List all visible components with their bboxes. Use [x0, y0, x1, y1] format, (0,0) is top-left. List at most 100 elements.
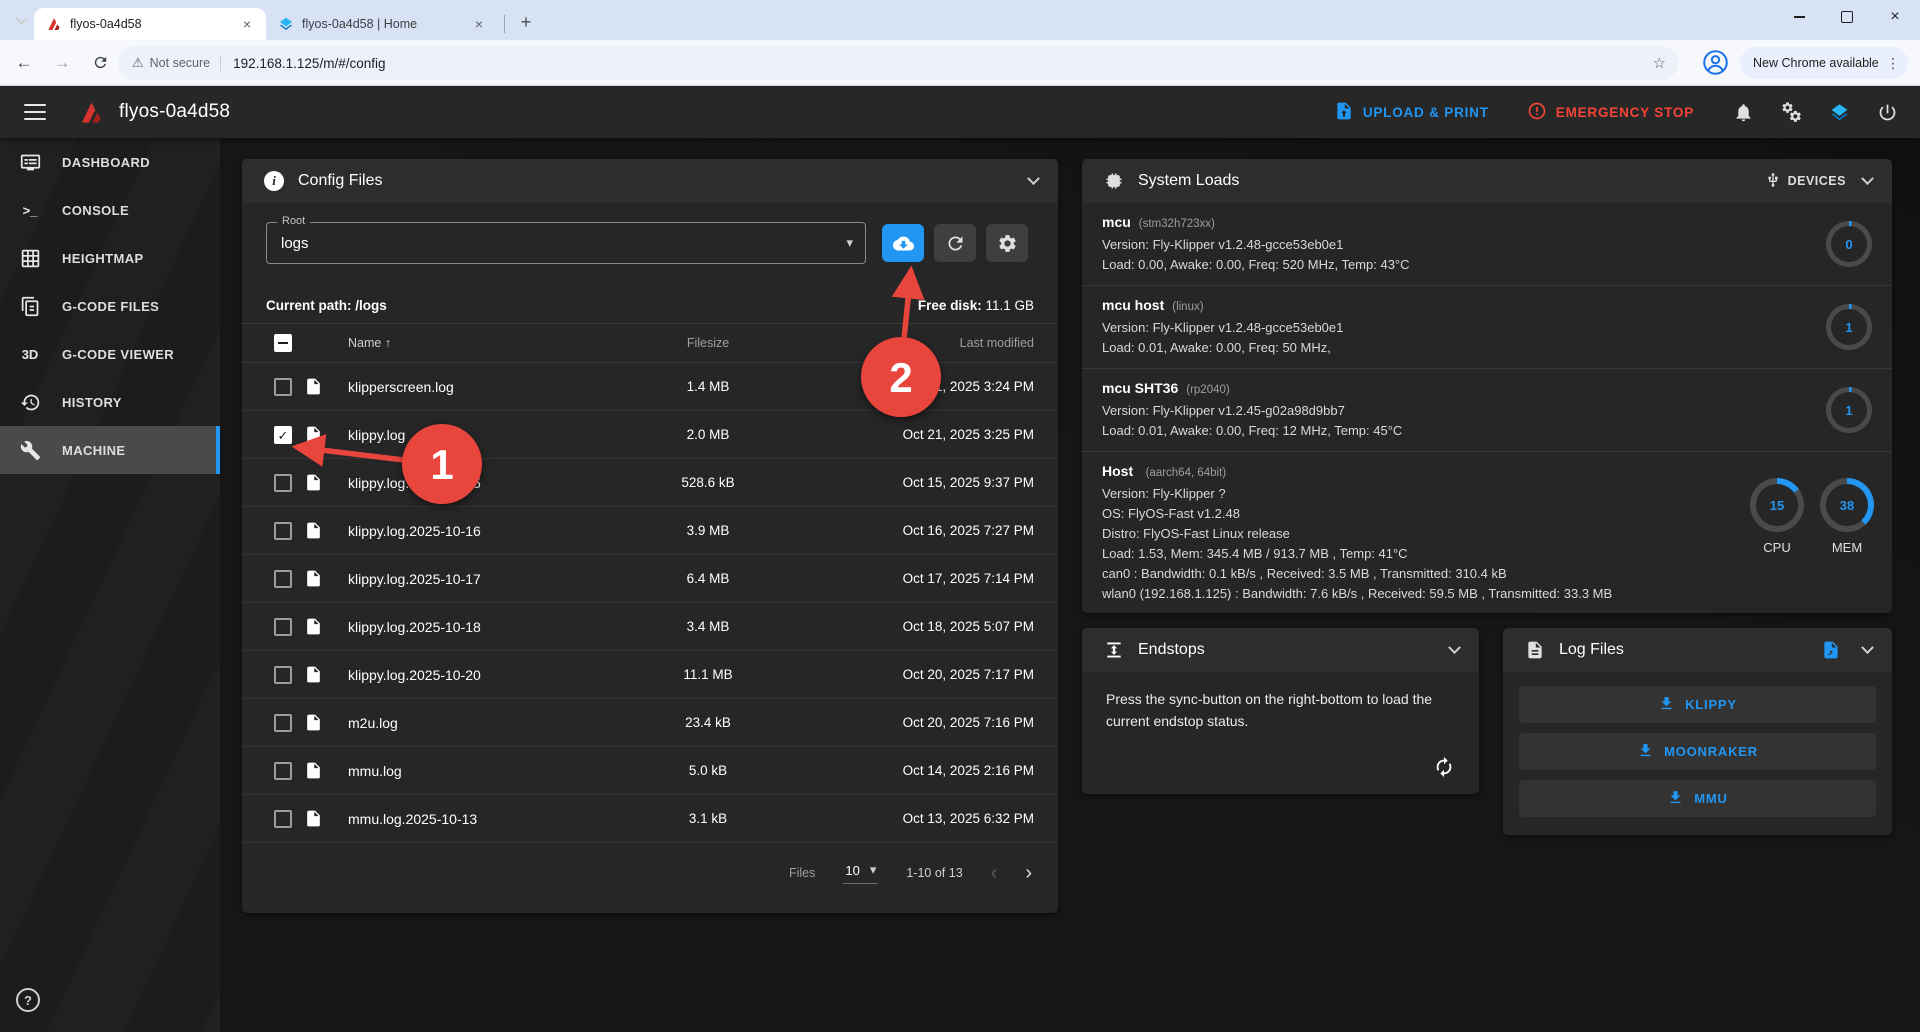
reload-button[interactable]: [86, 49, 114, 77]
file-settings-button[interactable]: [986, 224, 1028, 262]
sidebar-item-heightmap[interactable]: HEIGHTMAP: [0, 234, 220, 282]
free-disk-label: Free disk:: [918, 298, 982, 313]
sidebar-item-label: MACHINE: [62, 443, 125, 458]
collapse-chevron-icon[interactable]: [1861, 641, 1874, 654]
sidebar-item-gcode-files[interactable]: G-CODE FILES: [0, 282, 220, 330]
chrome-update-pill[interactable]: New Chrome available ⋮: [1740, 47, 1908, 79]
cpu-gauge: 15CPU: [1750, 478, 1804, 555]
pagination-footer: Files 10 ▾ 1-10 of 13 ‹ ›: [242, 843, 1058, 903]
url-text[interactable]: 192.168.1.125/m/#/config: [233, 56, 1652, 71]
tab-close-icon[interactable]: ×: [238, 15, 256, 33]
host-stat-line: Version: Fly-Klipper ?: [1102, 484, 1712, 504]
maximize-button[interactable]: [1836, 6, 1858, 28]
settings-cogs-icon[interactable]: [1780, 101, 1802, 123]
next-page-button[interactable]: ›: [1025, 863, 1032, 883]
power-icon[interactable]: [1876, 101, 1898, 123]
browser-menu-icon[interactable]: ⋮: [1886, 55, 1900, 72]
sidebar-item-console[interactable]: >_CONSOLE: [0, 186, 220, 234]
files-per-page-label: Files: [789, 866, 815, 880]
file-row[interactable]: klippy.log.2025-10-183.4 MBOct 18, 2025 …: [242, 603, 1058, 651]
file-row[interactable]: klippy.log.2025-10-163.9 MBOct 16, 2025 …: [242, 507, 1058, 555]
upload-cloud-button[interactable]: [882, 224, 924, 262]
file-checkbox[interactable]: [274, 570, 292, 588]
system-loads-header[interactable]: System Loads DEVICES: [1082, 159, 1892, 203]
alert-icon: [1527, 101, 1547, 124]
window-close-button[interactable]: ×: [1884, 6, 1906, 28]
column-name[interactable]: Name ↑: [348, 336, 608, 350]
minimize-button[interactable]: [1788, 6, 1810, 28]
column-filesize[interactable]: Filesize: [608, 336, 808, 350]
file-modified: Oct 17, 2025 7:14 PM: [808, 571, 1034, 586]
file-checkbox[interactable]: [274, 762, 292, 780]
tab-search-icon[interactable]: [10, 10, 32, 32]
endstops-header[interactable]: Endstops: [1082, 628, 1479, 672]
host-stat-line: Distro: FlyOS-Fast Linux release: [1102, 524, 1712, 544]
file-checkbox[interactable]: [274, 810, 292, 828]
file-row[interactable]: klippy.log.2025-10-176.4 MBOct 17, 2025 …: [242, 555, 1058, 603]
security-label[interactable]: Not secure: [150, 56, 210, 70]
sidebar-item-history[interactable]: HISTORY: [0, 378, 220, 426]
mcu-chip: (rp2040): [1186, 384, 1229, 396]
mcu-sections: mcu(stm32h723xx)Version: Fly-Klipper v1.…: [1082, 203, 1892, 452]
file-row[interactable]: klipperscreen.log1.4 MBOct 21, 2025 3:24…: [242, 363, 1058, 411]
column-last-modified[interactable]: Last modified: [808, 336, 1034, 350]
collapse-chevron-icon[interactable]: [1027, 172, 1040, 185]
machine-icon: [18, 438, 42, 462]
file-checkbox[interactable]: [274, 474, 292, 492]
mcu-chip: (stm32h723xx): [1139, 218, 1215, 230]
notifications-bell-icon[interactable]: [1732, 101, 1754, 123]
sidebar-item-machine[interactable]: MACHINE: [0, 426, 220, 474]
file-checkbox[interactable]: [274, 714, 292, 732]
new-tab-button[interactable]: +: [513, 9, 539, 35]
download-moonraker-button[interactable]: MOONRAKER: [1519, 733, 1876, 770]
sidebar-item-dashboard[interactable]: DASHBOARD: [0, 138, 220, 186]
config-files-header[interactable]: Config Files: [242, 159, 1058, 203]
file-size: 11.1 MB: [608, 667, 808, 682]
download-klippy-button[interactable]: KLIPPY: [1519, 686, 1876, 723]
file-row[interactable]: klippy.log.2025-10-2011.1 MBOct 20, 2025…: [242, 651, 1058, 699]
mcu-chip: (linux): [1172, 301, 1203, 313]
bookmark-star-icon[interactable]: ☆: [1653, 54, 1666, 72]
file-size: 6.4 MB: [608, 571, 808, 586]
devices-button[interactable]: DEVICES: [1765, 172, 1872, 191]
refresh-button[interactable]: [934, 224, 976, 262]
menu-hamburger-icon[interactable]: [24, 104, 46, 120]
file-row[interactable]: klippy.log.2025-10-15528.6 kBOct 15, 202…: [242, 459, 1058, 507]
file-checkbox[interactable]: [274, 378, 292, 396]
file-icon: [304, 713, 323, 732]
file-checkbox[interactable]: [274, 426, 292, 444]
download-mmu-button[interactable]: MMU: [1519, 780, 1876, 817]
tab-close-icon[interactable]: ×: [470, 15, 488, 33]
file-row[interactable]: klippy.log2.0 MBOct 21, 2025 3:25 PM: [242, 411, 1058, 459]
select-all-checkbox[interactable]: [274, 334, 292, 352]
collapse-chevron-icon[interactable]: [1448, 641, 1461, 654]
prev-page-button[interactable]: ‹: [991, 863, 998, 883]
browser-tab-home[interactable]: flyos-0a4d58 | Home ×: [266, 8, 498, 40]
flyos-logo-icon[interactable]: [78, 99, 105, 126]
file-checkbox[interactable]: [274, 618, 292, 636]
sidebar-item-gcode-viewer[interactable]: 3DG-CODE VIEWER: [0, 330, 220, 378]
browser-tab-active[interactable]: flyos-0a4d58 ×: [34, 8, 266, 40]
file-checkbox[interactable]: [274, 666, 292, 684]
dropdown-caret-icon: ▾: [846, 235, 853, 251]
address-bar[interactable]: ⚠ Not secure 192.168.1.125/m/#/config ☆: [118, 46, 1678, 80]
upload-and-print-button[interactable]: UPLOAD & PRINT: [1334, 101, 1489, 124]
log-files-header[interactable]: Log Files: [1503, 628, 1892, 672]
forward-button[interactable]: →: [48, 49, 76, 77]
file-modified: Oct 20, 2025 7:16 PM: [808, 715, 1034, 730]
file-row[interactable]: mmu.log.2025-10-133.1 kBOct 13, 2025 6:3…: [242, 795, 1058, 843]
back-button[interactable]: ←: [10, 49, 38, 77]
flyos-favicon-icon: [46, 16, 62, 32]
endstops-sync-icon[interactable]: [1433, 756, 1457, 780]
per-page-select[interactable]: 10 ▾: [843, 862, 878, 884]
file-row[interactable]: m2u.log23.4 kBOct 20, 2025 7:16 PM: [242, 699, 1058, 747]
root-select[interactable]: Root logs ▾: [266, 222, 866, 264]
file-row[interactable]: mmu.log5.0 kBOct 14, 2025 2:16 PM: [242, 747, 1058, 795]
theme-layers-icon[interactable]: [1828, 101, 1850, 123]
mcu-version: Version: Fly-Klipper v1.2.45-g02a98d9bb7: [1102, 401, 1792, 421]
emergency-stop-button[interactable]: EMERGENCY STOP: [1527, 101, 1694, 124]
rollover-logs-icon[interactable]: [1821, 640, 1841, 660]
help-icon[interactable]: ?: [16, 988, 40, 1012]
profile-avatar-icon[interactable]: [1702, 49, 1729, 76]
file-checkbox[interactable]: [274, 522, 292, 540]
